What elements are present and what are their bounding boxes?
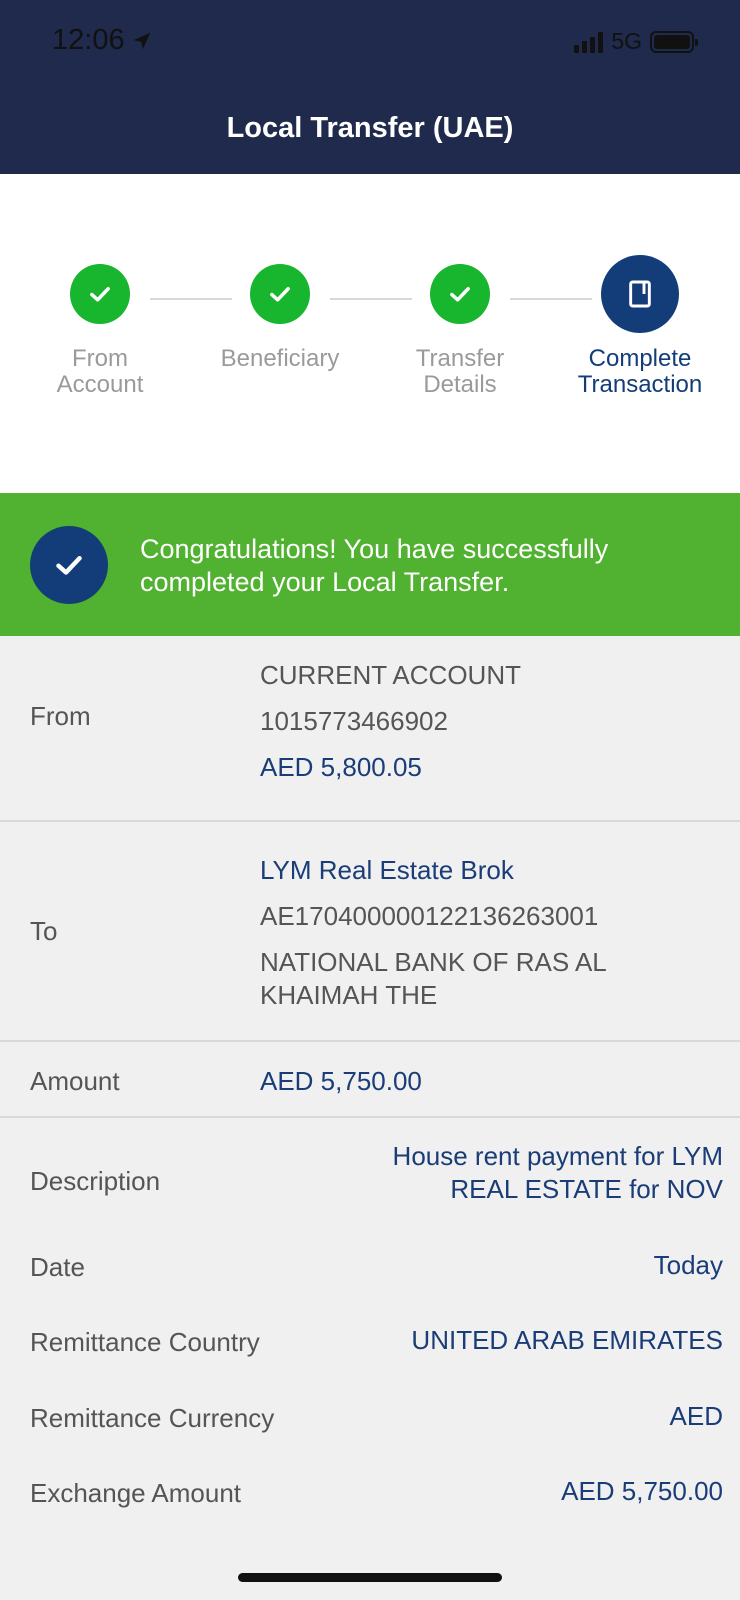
beneficiary-iban: AE170400000122136263001 (260, 901, 599, 931)
description-label: Description (30, 1166, 161, 1196)
transfer-details: From CURRENT ACCOUNT 1015773466902 AED 5… (0, 636, 740, 1118)
check-icon (70, 264, 130, 324)
success-banner: Congratulations! You have successfully c… (0, 493, 740, 636)
from-value: CURRENT ACCOUNT 1015773466902 AED 5,800.… (260, 652, 521, 790)
app-header: 12:06 5G Local Transfer (UAE) (0, 0, 740, 174)
account-number: 1015773466902 (260, 706, 448, 736)
status-indicators: 5G (574, 28, 698, 55)
remittance-currency-row: Remittance Currency AED (0, 1401, 740, 1443)
date-value: Today (653, 1250, 723, 1280)
check-icon (430, 264, 490, 324)
step-complete-transaction: Complete Transaction (550, 174, 730, 398)
description-row: Description House rent payment for LYM R… (0, 1140, 740, 1220)
status-time-text: 12:06 (52, 24, 125, 56)
to-label: To (30, 916, 58, 946)
remittance-country-value: UNITED ARAB EMIRATES (411, 1325, 723, 1355)
step-label: From Account (56, 345, 144, 398)
step-transfer-details: Transfer Details (370, 174, 550, 398)
exchange-amount-value: AED 5,750.00 (561, 1476, 723, 1506)
account-type: CURRENT ACCOUNT (260, 660, 521, 690)
description-value: House rent payment for LYM REAL ESTATE f… (392, 1141, 723, 1204)
step-label: Complete Transaction (577, 345, 703, 398)
remittance-country-label: Remittance Country (30, 1327, 260, 1357)
remittance-currency-label: Remittance Currency (30, 1403, 275, 1433)
remittance-country-row: Remittance Country UNITED ARAB EMIRATES (0, 1325, 740, 1367)
success-check-icon (30, 526, 108, 604)
cellular-signal-icon (574, 31, 604, 53)
to-row: To LYM Real Estate Brok AE17040000012213… (0, 822, 740, 1042)
beneficiary-bank-line2: KHAIMAH THE (260, 980, 438, 1010)
remittance-currency-value: AED (669, 1401, 723, 1431)
battery-icon (650, 30, 698, 53)
network-type: 5G (611, 28, 642, 54)
amount-label: Amount (30, 1066, 120, 1096)
beneficiary-name: LYM Real Estate Brok (260, 855, 514, 885)
progress-stepper: From Account Beneficiary Transfer Detail… (0, 174, 740, 493)
home-indicator[interactable] (238, 1573, 502, 1582)
beneficiary-bank-line1: NATIONAL BANK OF RAS AL (260, 947, 607, 977)
date-label: Date (30, 1252, 85, 1282)
status-time: 12:06 (52, 24, 153, 57)
account-balance: AED 5,800.05 (260, 752, 422, 782)
exchange-amount-label: Exchange Amount (30, 1478, 242, 1508)
step-from-account: From Account (10, 174, 190, 398)
from-row: From CURRENT ACCOUNT 1015773466902 AED 5… (0, 636, 740, 822)
step-label: Beneficiary (220, 345, 340, 372)
exchange-amount-row: Exchange Amount AED 5,750.00 (0, 1476, 740, 1518)
from-label: From (30, 701, 91, 731)
document-icon (601, 255, 679, 333)
page-title: Local Transfer (UAE) (226, 112, 514, 144)
step-label: Transfer Details (415, 345, 505, 398)
amount-row: Amount AED 5,750.00 (0, 1042, 740, 1118)
date-row: Date Today (0, 1250, 740, 1292)
amount-value: AED 5,750.00 (260, 1066, 422, 1096)
step-beneficiary: Beneficiary (190, 174, 370, 372)
location-arrow-icon (133, 32, 150, 49)
success-message: Congratulations! You have successfully c… (140, 534, 609, 597)
check-icon (250, 264, 310, 324)
to-value: LYM Real Estate Brok AE17040000012213626… (260, 847, 607, 1010)
